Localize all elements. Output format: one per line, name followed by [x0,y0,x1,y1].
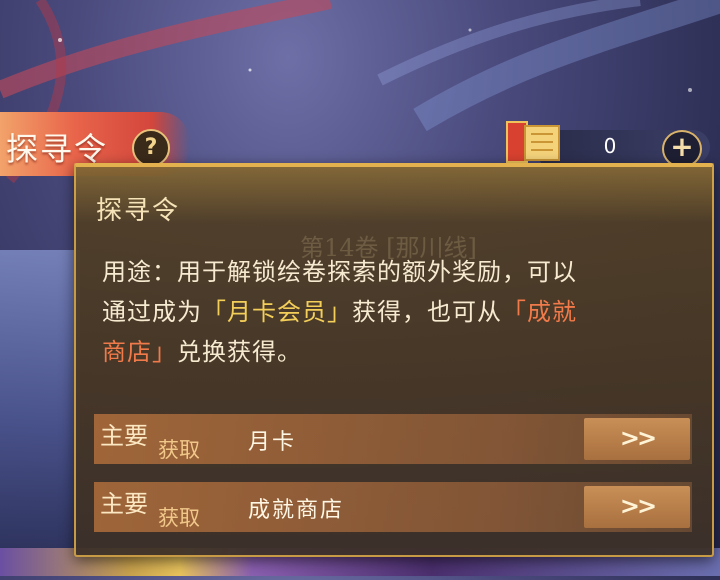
double-chevron-right-icon[interactable]: >> [584,486,690,528]
source-row-monthly-card: 主要 获取 月卡 >> [94,414,692,464]
description-text: 兑换获得。 [177,338,302,366]
description-line-2: 通过成为「月卡会员」获得，也可从「成就 [102,292,702,332]
panel-title: 探寻令 [96,196,181,226]
highlight-achievement-shop: 「成就 [502,298,577,326]
background-character-strip [0,250,80,550]
item-description: 用途：用于解锁绘卷探索的额外奖励，可以 通过成为「月卡会员」获得，也可从「成就 … [102,252,702,372]
description-text: 通过成为 [102,298,202,326]
source-row-achievement-shop: 主要 获取 成就商店 >> [94,482,692,532]
source-tag-main: 主要 [100,422,148,450]
source-label: 月卡 [248,430,297,455]
description-line-3: 商店」兑换获得。 [102,332,702,372]
description-text: 获得，也可从 [352,298,502,326]
source-tag-sub: 获取 [158,506,200,530]
description-line-1: 用途：用于解锁绘卷探索的额外奖励，可以 [102,258,577,286]
highlight-monthly-card: 「月卡会员」 [202,298,352,326]
resource-count: 0 [603,134,617,158]
help-icon[interactable]: ? [132,129,170,167]
double-chevron-right-icon[interactable]: >> [584,418,690,460]
ticket-icon [506,121,560,163]
source-tag-main: 主要 [100,490,148,518]
highlight-achievement-shop-cont: 商店」 [102,338,177,366]
source-label: 成就商店 [248,498,345,523]
source-tag-sub: 获取 [158,438,200,462]
